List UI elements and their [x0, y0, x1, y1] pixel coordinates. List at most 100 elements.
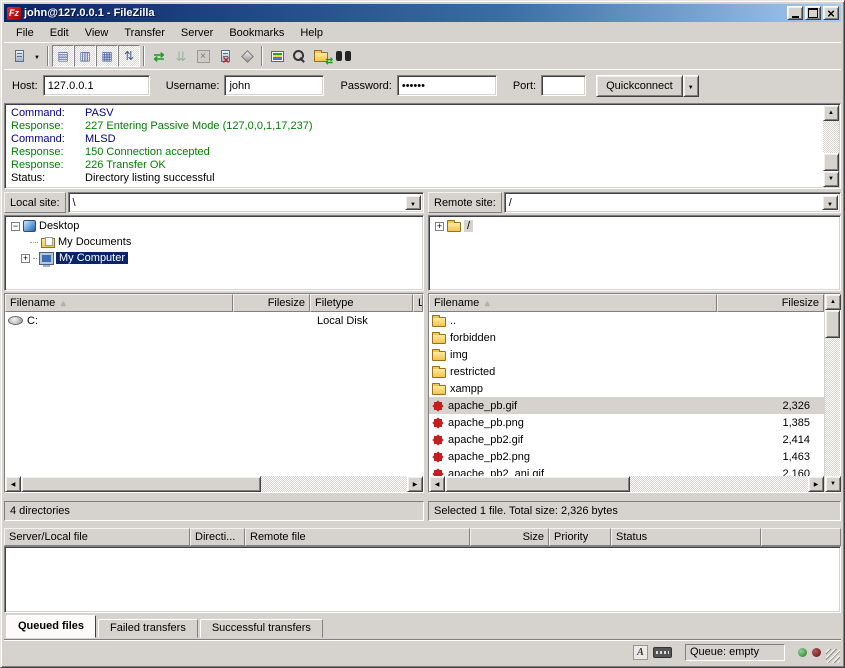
scroll-right-icon[interactable]: ▶: [407, 476, 423, 492]
scrollbar-thumb[interactable]: [823, 153, 839, 171]
expand-icon[interactable]: +: [435, 222, 444, 231]
column-header-status[interactable]: Status: [611, 528, 761, 546]
toggle-local-tree-button[interactable]: ▥: [74, 45, 96, 67]
column-header-server-local-file[interactable]: Server/Local file: [4, 528, 190, 546]
column-header-filename[interactable]: Filename: [429, 294, 717, 312]
file-search-button[interactable]: [288, 45, 310, 67]
combo-dropdown-button[interactable]: [405, 195, 421, 210]
tree-item-my-computer[interactable]: + My Computer: [5, 250, 423, 266]
directory-comparison-button[interactable]: [332, 45, 354, 67]
column-header-filesize[interactable]: Filesize: [717, 294, 824, 312]
site-manager-dropdown-button[interactable]: [30, 45, 44, 67]
tree-item-root[interactable]: + /: [429, 218, 840, 234]
column-header-size[interactable]: Size: [470, 528, 549, 546]
file-row-selected[interactable]: apache_pb.gif2,326: [429, 397, 824, 414]
scrollbar-thumb[interactable]: [21, 476, 261, 492]
column-header-filename[interactable]: Filename: [5, 294, 233, 312]
folder-icon: [432, 385, 446, 395]
menu-view[interactable]: View: [77, 25, 117, 41]
chevron-down-icon: [827, 197, 833, 209]
file-row[interactable]: apache_pb2_ani.gif2,160: [429, 465, 824, 476]
refresh-button[interactable]: ⇄: [148, 45, 170, 67]
local-pane: Local site: \ − Desktop My Documents +: [4, 190, 424, 524]
remote-hscrollbar[interactable]: ◀ ▶: [429, 476, 824, 492]
toggle-transfer-queue-button[interactable]: ⇅: [118, 45, 140, 67]
file-row[interactable]: apache_pb2.gif2,414: [429, 431, 824, 448]
quickconnect-button[interactable]: Quickconnect: [596, 75, 683, 97]
log-label: Response:: [11, 120, 85, 133]
scrollbar-thumb[interactable]: [445, 476, 630, 492]
tree-item-desktop[interactable]: − Desktop: [5, 218, 423, 234]
local-site-combo[interactable]: \: [68, 192, 424, 213]
file-row-c-drive[interactable]: C: Local Disk: [5, 312, 423, 329]
remote-vscrollbar[interactable]: ▲ ▼: [824, 294, 840, 492]
directory-listing-filter-button[interactable]: [266, 45, 288, 67]
password-input[interactable]: [397, 75, 497, 96]
scroll-down-icon[interactable]: ▼: [825, 476, 841, 492]
cancel-button[interactable]: ×: [192, 45, 214, 67]
menu-file[interactable]: File: [8, 25, 42, 41]
remote-site-combo[interactable]: /: [504, 192, 841, 213]
scroll-up-icon[interactable]: ▲: [825, 294, 841, 310]
data-type-indicator-icon[interactable]: A: [633, 645, 648, 660]
combo-dropdown-button[interactable]: [822, 195, 838, 210]
local-list-rows: C: Local Disk: [5, 312, 423, 476]
file-row[interactable]: ..: [429, 312, 824, 329]
toggle-remote-tree-button[interactable]: ▦: [96, 45, 118, 67]
menu-bookmarks[interactable]: Bookmarks: [221, 25, 292, 41]
log-scrollbar[interactable]: ▲ ▼: [823, 105, 839, 187]
resize-grip[interactable]: [826, 649, 840, 663]
column-header-filetype[interactable]: Filetype: [310, 294, 413, 312]
file-row[interactable]: img: [429, 346, 824, 363]
disconnect-button[interactable]: [214, 45, 236, 67]
file-row[interactable]: restricted: [429, 363, 824, 380]
menu-server[interactable]: Server: [173, 25, 221, 41]
process-queue-button[interactable]: ⇊: [170, 45, 192, 67]
column-header-lastmodified[interactable]: L: [413, 294, 423, 312]
column-header-priority[interactable]: Priority: [549, 528, 611, 546]
sort-asc-icon: [59, 297, 67, 309]
scroll-right-icon[interactable]: ▶: [808, 476, 824, 492]
tree-connector: [30, 242, 38, 243]
scroll-down-icon[interactable]: ▼: [823, 171, 839, 187]
menu-transfer[interactable]: Transfer: [116, 25, 173, 41]
activity-indicator-green-icon: [798, 648, 807, 657]
tree-item-my-documents[interactable]: My Documents: [5, 234, 423, 250]
collapse-icon[interactable]: −: [11, 222, 20, 231]
title-bar[interactable]: Fz john@127.0.0.1 - FileZilla: [4, 4, 841, 22]
column-header-direction[interactable]: Directi...: [190, 528, 245, 546]
quickconnect-dropdown-button[interactable]: [683, 75, 699, 97]
reconnect-button[interactable]: [236, 45, 258, 67]
menu-help[interactable]: Help: [292, 25, 331, 41]
file-row[interactable]: apache_pb2.png1,463: [429, 448, 824, 465]
tab-failed-transfers[interactable]: Failed transfers: [98, 619, 198, 638]
port-input[interactable]: [541, 75, 586, 96]
scroll-left-icon[interactable]: ◀: [5, 476, 21, 492]
username-input[interactable]: [224, 75, 324, 96]
speed-limit-indicator-icon[interactable]: [653, 647, 672, 658]
menu-edit[interactable]: Edit: [42, 25, 77, 41]
log-text: 227 Entering Passive Mode (127,0,0,1,17,…: [85, 120, 312, 132]
host-input[interactable]: [43, 75, 150, 96]
file-row[interactable]: xampp: [429, 380, 824, 397]
toggle-message-log-button[interactable]: ▤: [52, 45, 74, 67]
local-status-text: 4 directories: [4, 501, 424, 521]
close-button[interactable]: [823, 6, 839, 20]
site-manager-button[interactable]: [8, 45, 30, 67]
local-hscrollbar[interactable]: ◀ ▶: [5, 476, 423, 492]
tab-successful-transfers[interactable]: Successful transfers: [200, 619, 323, 638]
file-name: img: [450, 349, 468, 361]
column-header-remote-file[interactable]: Remote file: [245, 528, 470, 546]
scrollbar-thumb[interactable]: [825, 310, 840, 338]
minimize-button[interactable]: [787, 6, 803, 20]
expand-icon[interactable]: +: [21, 254, 30, 263]
file-row[interactable]: apache_pb.png1,385: [429, 414, 824, 431]
file-row[interactable]: forbidden: [429, 329, 824, 346]
maximize-button[interactable]: [805, 6, 821, 20]
tab-queued-files[interactable]: Queued files: [6, 615, 96, 638]
scroll-left-icon[interactable]: ◀: [429, 476, 445, 492]
local-tree: − Desktop My Documents + My Computer: [4, 215, 424, 291]
column-header-filesize[interactable]: Filesize: [233, 294, 310, 312]
synchronized-browsing-button[interactable]: [310, 45, 332, 67]
scroll-up-icon[interactable]: ▲: [823, 105, 839, 121]
